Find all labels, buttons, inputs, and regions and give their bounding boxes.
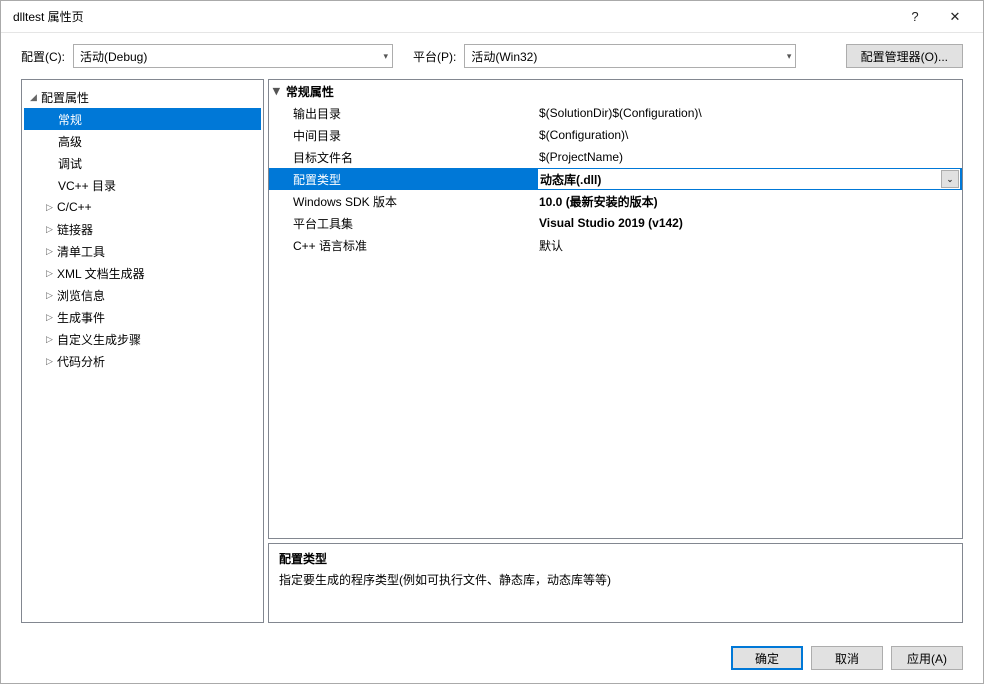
chevron-down-icon: ▾ [787, 51, 792, 62]
grid-row[interactable]: 中间目录$(Configuration)\ [269, 124, 962, 146]
grid-row-value[interactable]: Visual Studio 2019 (v142) [537, 216, 962, 230]
description-panel: 配置类型 指定要生成的程序类型(例如可执行文件、静态库，动态库等等) [268, 543, 963, 623]
titlebar: dlltest 属性页 ? ✕ [1, 1, 983, 33]
expand-icon: ▷ [44, 334, 55, 345]
tree-item-label: C/C++ [57, 200, 92, 214]
tree-item-label: 生成事件 [57, 309, 105, 326]
nav-tree[interactable]: ◢ 配置属性 常规高级调试VC++ 目录▷C/C++▷链接器▷清单工具▷XML … [21, 79, 264, 623]
apply-button[interactable]: 应用(A) [891, 646, 963, 670]
dialog-window: dlltest 属性页 ? ✕ 配置(C): 活动(Debug) ▾ 平台(P)… [0, 0, 984, 684]
grid-row-value[interactable]: 10.0 (最新安装的版本) [537, 193, 962, 210]
expand-icon: ▷ [44, 246, 55, 257]
grid-row[interactable]: C++ 语言标准默认 [269, 234, 962, 256]
chevron-down-icon: ▾ [383, 51, 388, 62]
tree-item[interactable]: ▷代码分析 [24, 350, 261, 372]
grid-row[interactable]: 输出目录$(SolutionDir)$(Configuration)\ [269, 102, 962, 124]
right-pane: ▶ 常规属性 输出目录$(SolutionDir)$(Configuration… [268, 79, 963, 623]
expand-icon: ▷ [44, 312, 55, 323]
window-title: dlltest 属性页 [13, 8, 895, 25]
expand-icon: ▷ [44, 268, 55, 279]
config-manager-button[interactable]: 配置管理器(O)... [846, 44, 963, 68]
config-label: 配置(C): [21, 48, 65, 65]
grid-row[interactable]: 配置类型动态库(.dll)⌄ [269, 168, 962, 190]
expand-icon: ▷ [44, 202, 55, 213]
chevron-down-icon[interactable]: ⌄ [941, 170, 959, 188]
tree-item-label: 代码分析 [57, 353, 105, 370]
ok-button[interactable]: 确定 [731, 646, 803, 670]
expand-icon: ▷ [44, 290, 55, 301]
close-button[interactable]: ✕ [935, 1, 975, 32]
description-title: 配置类型 [279, 550, 952, 567]
tree-item[interactable]: ▷清单工具 [24, 240, 261, 262]
expand-icon: ▷ [44, 224, 55, 235]
config-value: 活动(Debug) [80, 48, 147, 65]
tree-item[interactable]: ▷浏览信息 [24, 284, 261, 306]
grid-row-label: 目标文件名 [269, 149, 537, 166]
dialog-body: ◢ 配置属性 常规高级调试VC++ 目录▷C/C++▷链接器▷清单工具▷XML … [1, 79, 983, 633]
dialog-footer: 确定 取消 应用(A) [1, 633, 983, 683]
grid-row-value[interactable]: 动态库(.dll)⌄ [537, 168, 961, 190]
grid-row-value[interactable]: $(Configuration)\ [537, 128, 962, 142]
tree-item-label: 调试 [58, 155, 82, 172]
config-toolbar: 配置(C): 活动(Debug) ▾ 平台(P): 活动(Win32) ▾ 配置… [1, 33, 983, 79]
collapse-icon: ◢ [28, 92, 39, 103]
grid-row-label: 配置类型 [269, 171, 537, 188]
tree-item-label: 清单工具 [57, 243, 105, 260]
grid-row[interactable]: Windows SDK 版本10.0 (最新安装的版本) [269, 190, 962, 212]
platform-combo[interactable]: 活动(Win32) ▾ [464, 44, 796, 68]
tree-root-label: 配置属性 [41, 89, 89, 106]
help-button[interactable]: ? [895, 1, 935, 32]
grid-row-label: 平台工具集 [269, 215, 537, 232]
grid-row-label: 中间目录 [269, 127, 537, 144]
tree-item[interactable]: ▷自定义生成步骤 [24, 328, 261, 350]
grid-row-value[interactable]: $(SolutionDir)$(Configuration)\ [537, 106, 962, 120]
grid-row-value[interactable]: $(ProjectName) [537, 150, 962, 164]
property-grid[interactable]: ▶ 常规属性 输出目录$(SolutionDir)$(Configuration… [268, 79, 963, 539]
tree-item[interactable]: 高级 [24, 130, 261, 152]
tree-item-label: 常规 [58, 111, 82, 128]
grid-row[interactable]: 目标文件名$(ProjectName) [269, 146, 962, 168]
tree-root[interactable]: ◢ 配置属性 [24, 86, 261, 108]
tree-item-label: 链接器 [57, 221, 93, 238]
grid-row-label: C++ 语言标准 [269, 237, 537, 254]
tree-item-label: VC++ 目录 [58, 177, 116, 194]
tree-item-label: XML 文档生成器 [57, 265, 145, 282]
grid-group-header[interactable]: ▶ 常规属性 [269, 80, 962, 102]
grid-row-value[interactable]: 默认 [537, 237, 962, 254]
chevron-down-icon: ▶ [271, 88, 282, 95]
platform-label: 平台(P): [413, 48, 456, 65]
tree-item[interactable]: VC++ 目录 [24, 174, 261, 196]
tree-item-label: 浏览信息 [57, 287, 105, 304]
tree-item[interactable]: ▷C/C++ [24, 196, 261, 218]
tree-item[interactable]: ▷生成事件 [24, 306, 261, 328]
grid-row-label: Windows SDK 版本 [269, 193, 537, 210]
tree-item-label: 自定义生成步骤 [57, 331, 141, 348]
grid-row-label: 输出目录 [269, 105, 537, 122]
tree-item[interactable]: 常规 [24, 108, 261, 130]
tree-item[interactable]: 调试 [24, 152, 261, 174]
config-combo[interactable]: 活动(Debug) ▾ [73, 44, 393, 68]
platform-value: 活动(Win32) [471, 48, 537, 65]
tree-item[interactable]: ▷XML 文档生成器 [24, 262, 261, 284]
cancel-button[interactable]: 取消 [811, 646, 883, 670]
expand-icon: ▷ [44, 356, 55, 367]
tree-item-label: 高级 [58, 133, 82, 150]
description-text: 指定要生成的程序类型(例如可执行文件、静态库，动态库等等) [279, 571, 952, 588]
grid-header-label: 常规属性 [286, 83, 334, 100]
grid-row[interactable]: 平台工具集Visual Studio 2019 (v142) [269, 212, 962, 234]
tree-item[interactable]: ▷链接器 [24, 218, 261, 240]
